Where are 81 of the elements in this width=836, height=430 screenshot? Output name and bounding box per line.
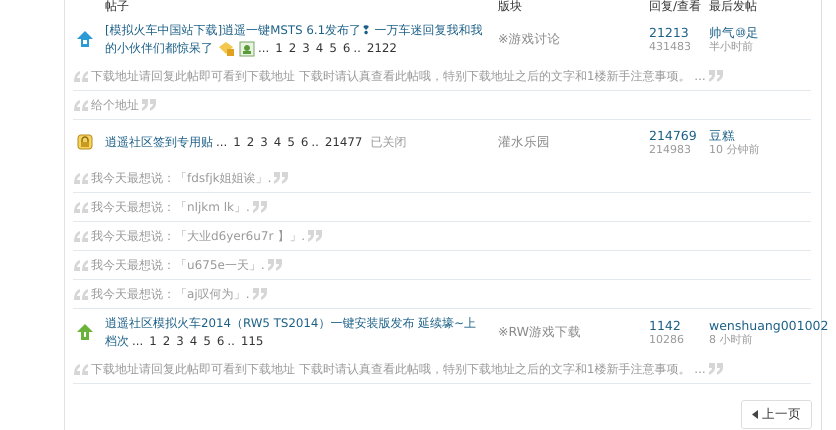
close-quote-icon	[252, 200, 268, 214]
page-link[interactable]: 2	[288, 41, 296, 55]
last-post-time: 半小时前	[709, 40, 753, 53]
page-ellipsis: ..	[311, 135, 319, 149]
thread-title-link[interactable]: 档次	[105, 334, 129, 348]
last-poster-link[interactable]: 帅气⑩足	[709, 25, 760, 40]
close-quote-icon	[252, 287, 268, 301]
close-quote-icon	[307, 229, 324, 243]
open-quote-icon	[73, 229, 89, 243]
close-quote-icon	[273, 171, 290, 185]
open-quote-icon	[73, 98, 89, 112]
last-poster-link[interactable]: 豆糕	[709, 128, 735, 143]
thread-title-link[interactable]: [模拟火车中国站下载]逍遥一键MSTS 6.1发布了❢ 一万车迷回复我和我	[105, 23, 483, 37]
page-ellipsis: ...	[132, 334, 144, 348]
close-quote-icon	[141, 98, 157, 112]
last-poster-link[interactable]: wenshuang001002	[709, 318, 828, 333]
reply-count[interactable]: 214769	[649, 128, 697, 143]
column-header: 帖子	[105, 0, 129, 13]
page-link[interactable]: 6	[216, 334, 224, 348]
reply-preview: 我今天最想说：「nljkm lk」.	[91, 199, 250, 216]
page-ellipsis: ...	[216, 135, 228, 149]
page-link[interactable]: 6	[342, 41, 350, 55]
page-link[interactable]: 1	[149, 334, 157, 348]
page-link[interactable]: 5	[287, 135, 295, 149]
page-link[interactable]: 5	[329, 41, 337, 55]
page-ellipsis: ..	[353, 41, 361, 55]
page-link[interactable]: 2	[246, 135, 254, 149]
reply-count[interactable]: 21213	[649, 25, 689, 40]
thread-title-link[interactable]: 的小伙伴们都惊呆了	[105, 41, 213, 55]
page-link[interactable]: 5	[203, 334, 211, 348]
page-link[interactable]: 4	[316, 41, 324, 55]
page-link[interactable]: 1	[233, 135, 241, 149]
page-link[interactable]: 6	[300, 135, 308, 149]
reply-preview: 我今天最想说：「大业d6yer6u7r 】」.	[91, 228, 306, 245]
page-link[interactable]: 2	[162, 334, 170, 348]
close-quote-icon	[708, 362, 724, 376]
page-link[interactable]: 3	[260, 135, 268, 149]
reply-preview: 我今天最想说：「aj叹何为」.	[91, 286, 250, 303]
reply-preview: 我今天最想说：「u675e一天」.	[91, 257, 265, 274]
page-link[interactable]: 2122	[366, 41, 397, 55]
close-quote-icon	[708, 69, 724, 83]
forum-name: 灌水乐园	[498, 134, 550, 149]
thread-status: 已关闭	[370, 135, 406, 149]
thread-title-link[interactable]: 逍遥社区模拟火车2014（RW5 TS2014）一键安装版发布 延续壕~上	[105, 316, 476, 330]
open-quote-icon	[73, 171, 89, 185]
column-header: 最后发帖	[709, 0, 757, 13]
column-header: 版块	[498, 0, 522, 13]
reply-preview: 我今天最想说：「fdsfjk姐姐诶」.	[91, 170, 272, 187]
view-count: 431483	[649, 40, 691, 53]
lock-icon	[76, 133, 94, 151]
page-link[interactable]: 1	[275, 41, 283, 55]
reply-preview: 给个地址	[91, 97, 139, 114]
page-link[interactable]: 4	[274, 135, 282, 149]
last-post-time: 8 小时前	[709, 333, 752, 346]
reply-preview: 下载地址请回复此帖即可看到下载地址 下载时请认真查看此帖哦，特别下载地址之后的文字和1楼新手注意事项。 ...	[91, 361, 706, 378]
page-ellipsis: ...	[258, 41, 270, 55]
up-arrow-icon	[76, 30, 94, 48]
open-quote-icon	[73, 200, 89, 214]
left-caret-icon	[752, 410, 758, 419]
thread-title-link[interactable]: 逍遥社区签到专用贴	[105, 135, 213, 149]
view-count: 214983	[649, 143, 691, 156]
previous-page-button[interactable]: 上一页	[741, 400, 812, 429]
page-link[interactable]: 21477	[324, 135, 362, 149]
page-link[interactable]: 4	[190, 334, 198, 348]
forum-name: ※游戏讨论	[498, 30, 560, 46]
open-quote-icon	[73, 69, 89, 83]
open-quote-icon	[73, 287, 89, 301]
page-link[interactable]: 3	[302, 41, 310, 55]
page-ellipsis: ..	[227, 334, 235, 348]
forum-name: ※RW游戏下载	[498, 324, 582, 339]
view-count: 10286	[649, 333, 684, 346]
open-quote-icon	[73, 258, 89, 272]
page-link[interactable]: 115	[240, 334, 264, 348]
reply-count[interactable]: 1142	[649, 318, 681, 333]
reply-preview: 下载地址请回复此帖即可看到下载地址 下载时请认真查看此帖哦，特别下载地址之后的文字和1楼新手注意事项。 ...	[91, 68, 706, 85]
up-arrow-icon	[76, 323, 94, 341]
close-quote-icon	[266, 258, 283, 272]
open-quote-icon	[73, 362, 89, 376]
last-post-time: 10 分钟前	[709, 143, 760, 156]
page-link[interactable]: 3	[176, 334, 184, 348]
column-header: 回复/查看	[649, 0, 702, 13]
